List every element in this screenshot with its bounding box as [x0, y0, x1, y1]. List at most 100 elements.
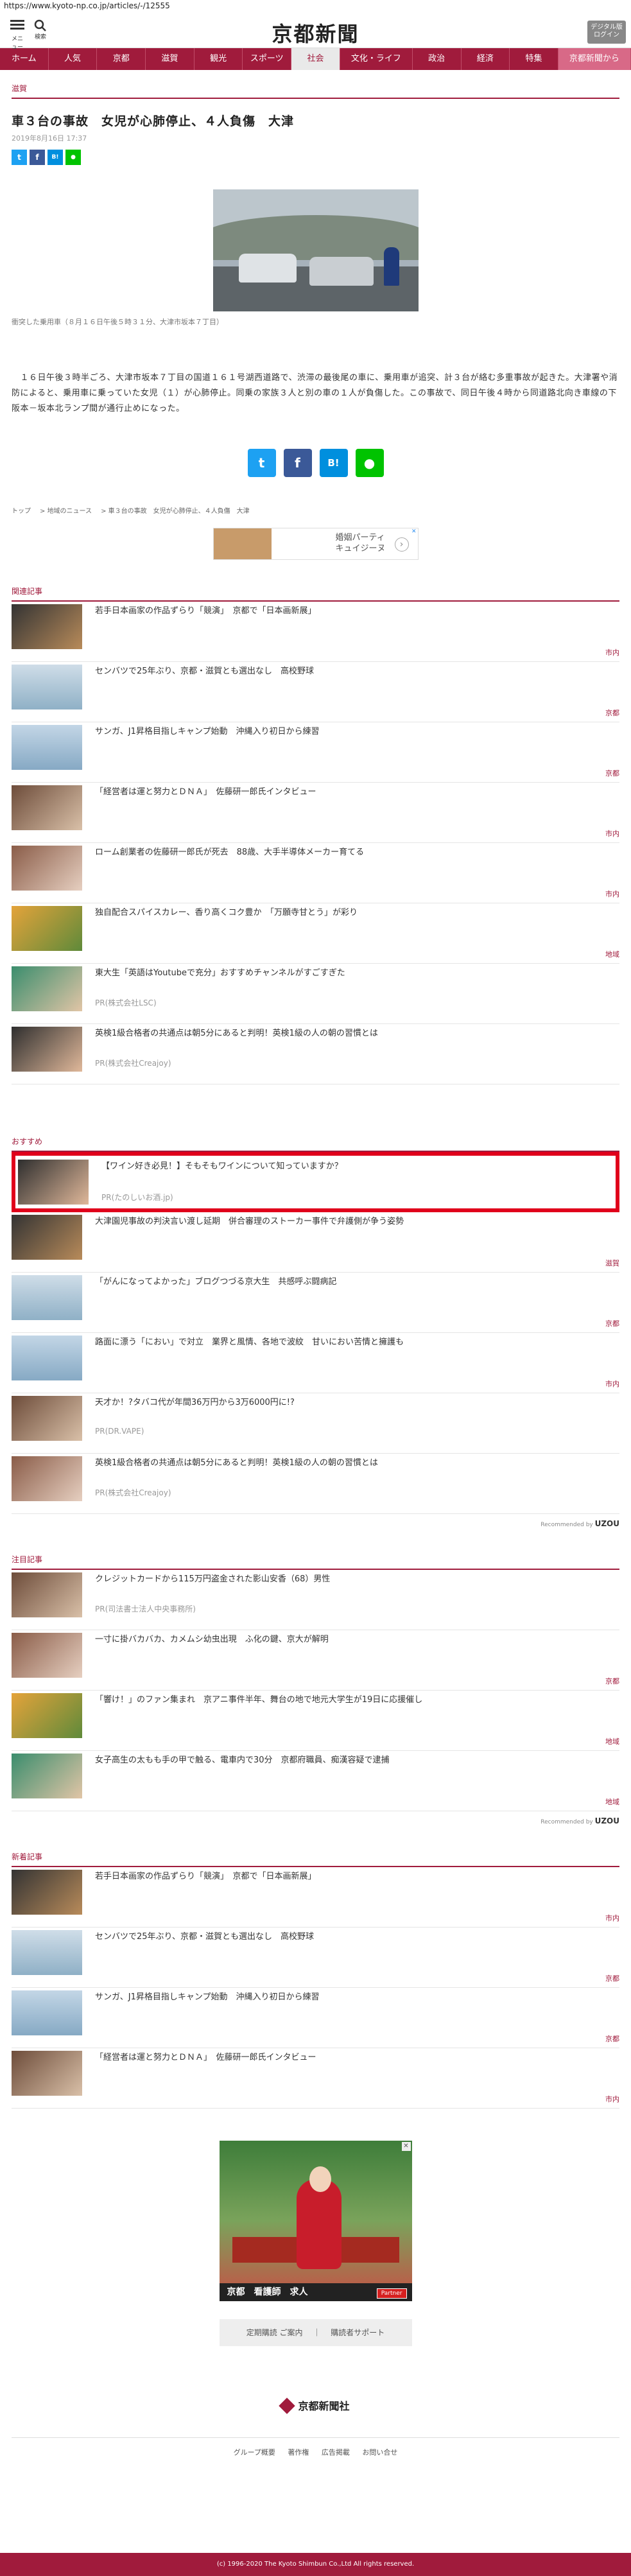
list-item[interactable]: 路面に漂う「におい」で対立 業界と風情、各地で波紋 甘いにおい苦情と擁護も 市内: [12, 1333, 619, 1393]
footer-logo[interactable]: 京都新聞社: [12, 2398, 619, 2414]
chevron-right-icon[interactable]: ›: [394, 537, 409, 552]
line-share-icon[interactable]: ●: [355, 449, 384, 477]
list-item-sponsor: PR(株式会社Creajoy): [95, 1488, 171, 1497]
nav-from-kyoto-np[interactable]: 京都新聞から: [558, 48, 631, 70]
url-bar[interactable]: https://www.kyoto-np.co.jp/articles/-/12…: [0, 0, 631, 13]
related-section: 関連記事 若手日本画家の作品ずらり「競演」 京都で「日本画新展」 市内 センバツで2…: [12, 586, 619, 1084]
list-item-category[interactable]: 市内: [605, 647, 619, 657]
footer-link-ads[interactable]: 広告掲載: [322, 2448, 350, 2457]
list-item-title: 若手日本画家の作品ずらり「競演」 京都で「日本画新展」: [95, 606, 316, 616]
list-item[interactable]: 「経営者は運と努力とＤＮＡ」 佐藤研一郎氏インタビュー 市内: [12, 783, 619, 843]
banner-ad-small[interactable]: 婚姻パーティ キュイジーヌ › ✕: [212, 528, 419, 560]
digital-login-button[interactable]: デジタル版 ログイン: [587, 21, 626, 44]
list-item[interactable]: 「響け！」のファン集まれ 京アニ事件半年、舞台の地で地元大学生が19日に応援催し…: [12, 1691, 619, 1751]
list-item-category[interactable]: 市内: [605, 828, 619, 839]
list-item[interactable]: ローム創業者の佐藤研一郎氏が死去 88歳、大手半導体メーカー育てる 市内: [12, 843, 619, 903]
ad-close-icon[interactable]: ✕: [411, 528, 417, 535]
uzou-credit[interactable]: Recommended by UZOU: [12, 1519, 619, 1528]
twitter-icon[interactable]: t: [12, 150, 27, 165]
share-bar-small: t f B! ●: [12, 150, 619, 165]
list-item-category[interactable]: 市内: [605, 1379, 619, 1389]
list-item-category[interactable]: 京都: [605, 2033, 619, 2044]
list-item-category[interactable]: 京都: [605, 1676, 619, 1686]
nav-sports[interactable]: スポーツ: [243, 48, 292, 70]
list-item-category[interactable]: 京都: [605, 708, 619, 718]
main-nav: ホーム 人気 京都 滋賀 観光 スポーツ 社会 文化・ライフ 政治 経済 特集 …: [0, 48, 631, 70]
nav-home[interactable]: ホーム: [0, 48, 49, 70]
list-item[interactable]: 大津園児事故の判決言い渡し延期 併合審理のストーカー事件で弁護側が争う姿勢 滋賀: [12, 1212, 619, 1273]
hatena-share-icon[interactable]: B!: [319, 449, 348, 477]
list-item-title: サンガ、J1昇格目指しキャンプ始動 沖縄入り初日から練習: [95, 1992, 320, 2002]
list-item-thumbnail: [12, 1633, 82, 1678]
list-item-title: 若手日本画家の作品ずらり「競演」 京都で「日本画新展」: [95, 1872, 316, 1881]
list-item-category[interactable]: 京都: [605, 1973, 619, 1983]
list-item[interactable]: 【ワイン好き必見！】そもそもワインについて知っていますか？ PR(たのしいお酒.j…: [12, 1152, 619, 1212]
nav-politics[interactable]: 政治: [413, 48, 462, 70]
uzou-credit-2[interactable]: Recommended by UZOU: [12, 1816, 619, 1825]
list-item[interactable]: 「経営者は運と努力とＤＮＡ」 佐藤研一郎氏インタビュー 市内: [12, 2048, 619, 2109]
nav-economy[interactable]: 経済: [462, 48, 510, 70]
nav-features[interactable]: 特集: [510, 48, 558, 70]
hatena-icon[interactable]: B!: [48, 150, 63, 165]
list-item-thumbnail: [12, 1754, 82, 1798]
list-item[interactable]: サンガ、J1昇格目指しキャンプ始動 沖縄入り初日から練習 京都: [12, 722, 619, 783]
breadcrumb-local[interactable]: 地域のニュース: [48, 508, 92, 515]
list-item-title: 「響け！」のファン集まれ 京アニ事件半年、舞台の地で地元大学生が19日に応援催し: [95, 1695, 423, 1705]
share-bar-large: t f B! ●: [12, 449, 619, 477]
list-item[interactable]: 英検1級合格者の共通点は朝5分にあると判明！英検1級の人の朝の習慣とは PR(株式…: [12, 1024, 619, 1084]
list-item-category[interactable]: 地域: [605, 1736, 619, 1746]
list-item-sponsor: PR(DR.VAPE): [95, 1427, 144, 1436]
list-item[interactable]: 若手日本画家の作品ずらり「競演」 京都で「日本画新展」市内: [12, 1867, 619, 1928]
list-item-category[interactable]: 京都: [605, 768, 619, 778]
list-item-category[interactable]: 地域: [605, 949, 619, 959]
nav-shiga[interactable]: 滋賀: [146, 48, 194, 70]
list-item-thumbnail: [12, 1990, 82, 2035]
support-link[interactable]: 購読者サポート: [331, 2328, 385, 2337]
list-item[interactable]: サンガ、J1昇格目指しキャンプ始動 沖縄入り初日から練習京都: [12, 1988, 619, 2048]
list-item-category[interactable]: 市内: [605, 889, 619, 899]
facebook-icon[interactable]: f: [30, 150, 45, 165]
facebook-share-icon[interactable]: f: [283, 449, 312, 477]
list-item-thumbnail: [12, 966, 82, 1011]
list-item-category[interactable]: 市内: [605, 1913, 619, 1923]
nurse-job-ad[interactable]: 京都 看護師 求人 Partner ✕: [219, 2141, 412, 2301]
list-item[interactable]: 天才か！?タバコ代が年間36万円から3万6000円に!? PR(DR.VAPE): [12, 1393, 619, 1454]
footer-link-contact[interactable]: お問い合せ: [362, 2448, 397, 2457]
list-item[interactable]: 独自配合スパイスカレー、香り高くコク豊か 「万願寺甘とう」が彩り 地域: [12, 903, 619, 964]
footer-link-copyright[interactable]: 著作権: [288, 2448, 309, 2457]
list-item-category[interactable]: 市内: [605, 2094, 619, 2104]
list-item-title: 英検1級合格者の共通点は朝5分にあると判明！英検1級の人の朝の習慣とは: [95, 1458, 378, 1468]
list-item-category[interactable]: 地域: [605, 1797, 619, 1807]
list-item-thumbnail: [12, 1396, 82, 1441]
breadcrumb-top[interactable]: トップ: [12, 508, 31, 515]
list-item-category[interactable]: 滋賀: [605, 1258, 619, 1268]
list-item-thumbnail: [12, 665, 82, 709]
site-header: メニュー 検索 京都新聞 デジタル版 ログイン: [0, 13, 631, 51]
list-item[interactable]: 東大生「英語はYoutubeで充分」おすすめチャンネルがすごすぎた PR(株式会社…: [12, 964, 619, 1024]
footer-link-group[interactable]: グループ概要: [234, 2448, 275, 2457]
article-section[interactable]: 滋賀: [12, 70, 619, 99]
list-item-category[interactable]: 京都: [605, 1318, 619, 1328]
list-item[interactable]: 若手日本画家の作品ずらり「競演」 京都で「日本画新展」市内: [12, 602, 619, 662]
list-item[interactable]: クレジットカードから115万円盗金された影山安香（68）男性 PR(司法書士法人中…: [12, 1570, 619, 1630]
list-item[interactable]: 「がんになってよかった」ブログつづる京大生 共感呼ぶ闘病記 京都: [12, 1273, 619, 1333]
line-icon[interactable]: ●: [65, 150, 81, 165]
list-item[interactable]: 女子高生の太もも手の甲で触る、電車内で30分 京都府職員、痴漢容疑で逮捕 地域: [12, 1751, 619, 1811]
list-item[interactable]: 英検1級合格者の共通点は朝5分にあると判明！英検1級の人の朝の習慣とは PR(株式…: [12, 1454, 619, 1514]
twitter-share-icon[interactable]: t: [247, 449, 276, 477]
nav-tourism[interactable]: 観光: [194, 48, 243, 70]
article-title: 車３台の事故 女児が心肺停止、４人負傷 大津: [12, 114, 295, 128]
nav-popular[interactable]: 人気: [49, 48, 98, 70]
ad-close-icon[interactable]: ✕: [401, 2142, 411, 2151]
latest-heading: 新着記事: [12, 1851, 619, 1867]
site-logo[interactable]: 京都新聞: [0, 18, 631, 48]
nav-culture[interactable]: 文化・ライフ: [340, 48, 413, 70]
list-item-sponsor: PR(たのしいお酒.jp): [101, 1193, 173, 1202]
list-item[interactable]: 一寸に掛バカバカ、カメムシ幼虫出現 ふ化の鍵、京大が解明 京都: [12, 1630, 619, 1691]
nav-society[interactable]: 社会: [291, 48, 340, 70]
list-item-sponsor: PR(司法書士法人中央事務所): [95, 1605, 196, 1614]
subscribe-link[interactable]: 定期購読 ご案内: [246, 2328, 303, 2337]
list-item[interactable]: センバツで25年ぶり、京都・滋賀とも選出なし 高校野球 京都: [12, 1928, 619, 1988]
list-item[interactable]: センバツで25年ぶり、京都・滋賀とも選出なし 高校野球 京都: [12, 662, 619, 722]
nav-kyoto[interactable]: 京都: [97, 48, 146, 70]
